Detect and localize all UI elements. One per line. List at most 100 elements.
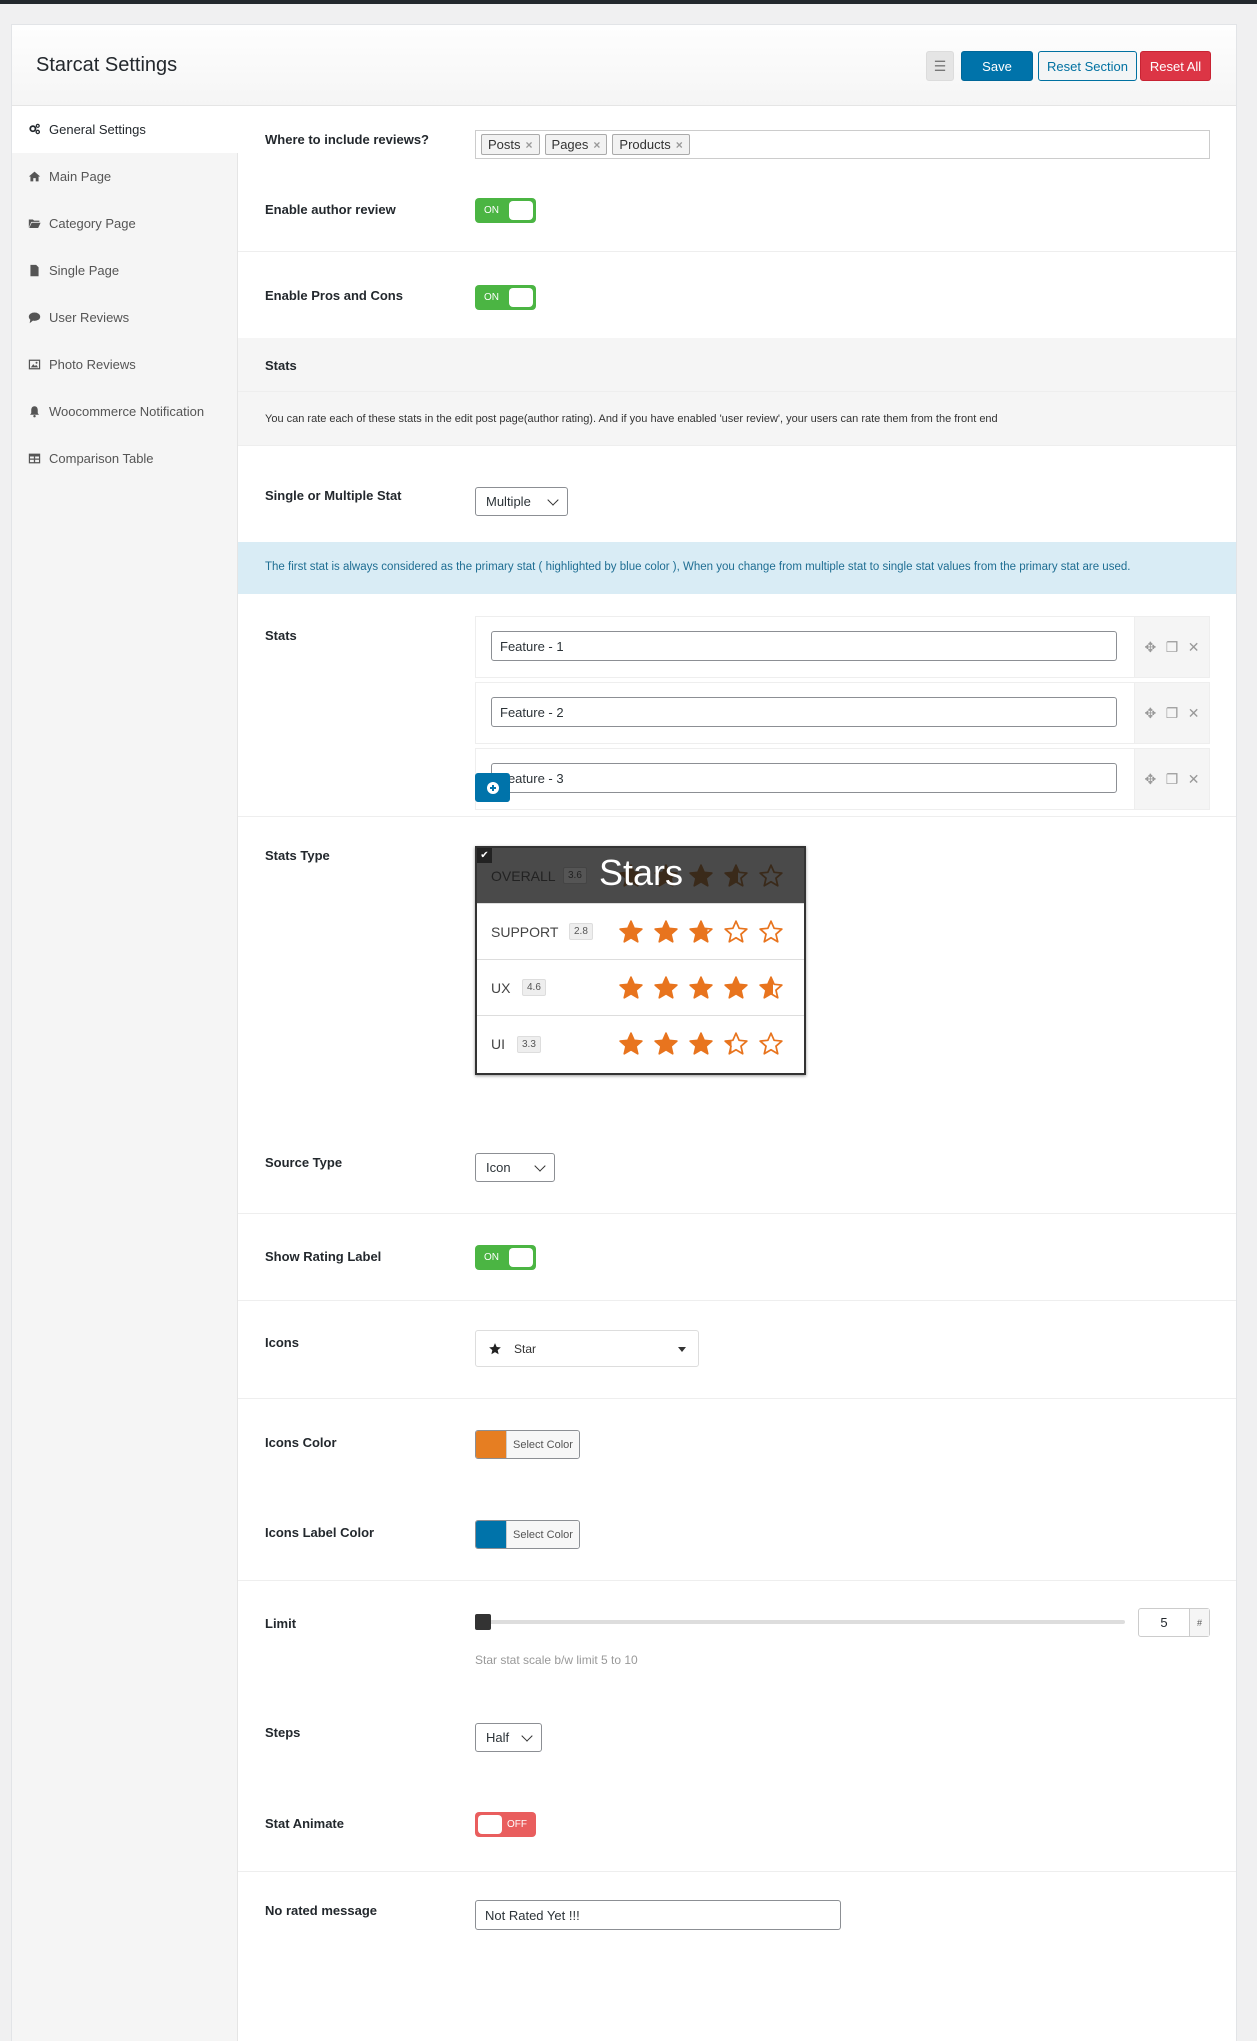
add-stat-button[interactable] [475, 773, 510, 802]
section-description: You can rate each of these stats in the … [265, 413, 998, 425]
preview-row-name: OVERALL [491, 867, 556, 884]
preview-row-score: 4.6 [522, 979, 546, 996]
stat-item: Feature - 2 ✥ ❐ ✕ [475, 682, 1210, 744]
remove-icon[interactable]: ✕ [1188, 705, 1200, 722]
star-icon [619, 975, 643, 999]
limit-slider[interactable] [475, 1614, 1125, 1630]
tag-label: Posts [488, 137, 521, 152]
stats-type-option-stars[interactable]: ✔ Stars OVERALL 3.6 SUPPORT 2.8 UX 4.6 U… [475, 846, 806, 1075]
stat-name-input[interactable]: Feature - 1 [491, 631, 1117, 661]
reset-section-button[interactable]: Reset Section [1038, 51, 1137, 81]
pros-cons-toggle[interactable]: ON [475, 285, 536, 310]
option-label: Stars [599, 852, 684, 893]
author-review-toggle[interactable]: ON [475, 198, 536, 223]
page-title: Starcat Settings [36, 54, 178, 76]
icons-select[interactable]: Star [475, 1330, 699, 1367]
sidebar-item-user-reviews[interactable]: User Reviews [12, 294, 237, 341]
preview-row-score: 3.6 [563, 867, 587, 884]
expand-all-button[interactable]: ☰ [926, 51, 954, 81]
stat-name-input[interactable]: Feature - 3 [491, 763, 1117, 793]
sidebar-item-label: Main Page [49, 169, 112, 184]
limit-input[interactable]: 5 # [1138, 1608, 1210, 1637]
plus-circle-icon [486, 781, 499, 794]
sidebar-item-general-settings[interactable]: General Settings [12, 106, 238, 153]
source-type-select[interactable]: Icon [475, 1153, 555, 1182]
slider-handle[interactable] [475, 1614, 491, 1630]
sidebar-item-label: Comparison Table [49, 451, 154, 466]
preview-row-name: UI [491, 1036, 505, 1052]
chevron-down-icon [534, 1159, 546, 1172]
sidebar-item-label: General Settings [49, 122, 146, 137]
select-value: Star [514, 1341, 537, 1356]
star-icon [689, 1032, 713, 1055]
move-icon[interactable]: ✥ [1144, 705, 1156, 722]
clone-icon[interactable]: ❐ [1166, 705, 1179, 722]
toggle-knob [478, 1815, 502, 1834]
tag-products: Products × [612, 134, 690, 155]
star-icon [759, 863, 783, 887]
move-icon[interactable]: ✥ [1144, 771, 1156, 788]
star-icon [759, 919, 783, 943]
sidebar-item-single-page[interactable]: Single Page [12, 247, 237, 294]
settings-header: Starcat Settings ☰ Save Reset Section Re… [12, 25, 1236, 106]
select-color-button[interactable]: Select Color [506, 1521, 579, 1548]
clone-icon[interactable]: ❐ [1166, 639, 1179, 656]
single-multiple-select[interactable]: Multiple [475, 487, 568, 516]
sidebar-item-woocommerce-notification[interactable]: Woocommerce Notification [12, 388, 237, 435]
stat-actions: ✥ ❐ ✕ [1134, 683, 1209, 743]
icons-label-color-picker[interactable]: Select Color [475, 1520, 580, 1549]
reset-all-button[interactable]: Reset All [1140, 51, 1211, 81]
no-rated-message-input[interactable]: Not Rated Yet !!! [475, 1900, 841, 1930]
remove-tag-icon[interactable]: × [526, 138, 533, 152]
clone-icon[interactable]: ❐ [1166, 771, 1179, 788]
chevron-down-icon [547, 493, 559, 506]
setting-label: Source Type [265, 1155, 343, 1170]
setting-limit: Limit 5 # Star stat scale b/w limit 5 to… [238, 1581, 1236, 1695]
preview-row-name: UX [491, 979, 511, 996]
sidebar-item-label: Woocommerce Notification [49, 404, 205, 419]
star-rating [618, 1031, 784, 1057]
sidebar-item-photo-reviews[interactable]: Photo Reviews [12, 341, 237, 388]
star-icon [689, 863, 713, 887]
settings-sidebar: General Settings Main Page Category Page… [12, 106, 238, 2041]
setting-single-multiple: Single or Multiple Stat Multiple [238, 446, 1236, 542]
star-icon [619, 919, 643, 943]
setting-rating-label: Show Rating Label ON [238, 1214, 1236, 1301]
include-reviews-select[interactable]: Posts × Pages × Products × [475, 130, 1210, 159]
limit-help-text: Star stat scale b/w limit 5 to 10 [475, 1653, 638, 1667]
sidebar-item-main-page[interactable]: Main Page [12, 153, 237, 200]
setting-label: Stat Animate [265, 1816, 344, 1831]
stat-name-input[interactable]: Feature - 2 [491, 697, 1117, 727]
remove-icon[interactable]: ✕ [1188, 639, 1200, 656]
star-rating [618, 975, 784, 1001]
preview-row-score: 3.3 [517, 1035, 541, 1053]
toggle-state: ON [484, 1252, 499, 1263]
gears-icon [25, 123, 43, 137]
steps-select[interactable]: Half [475, 1723, 542, 1752]
section-title: Stats [265, 358, 297, 373]
remove-icon[interactable]: ✕ [1188, 771, 1200, 788]
move-icon[interactable]: ✥ [1144, 639, 1156, 656]
sidebar-item-comparison-table[interactable]: Comparison Table [12, 435, 237, 482]
toggle-state: ON [484, 292, 499, 303]
star-icon [724, 1032, 748, 1055]
toggle-knob [509, 1248, 533, 1267]
preview-row-ux: UX 4.6 [477, 960, 804, 1016]
stat-animate-toggle[interactable]: OFF [475, 1812, 536, 1837]
star-icon [759, 975, 783, 999]
remove-tag-icon[interactable]: × [676, 138, 683, 152]
setting-label: Stats Type [265, 848, 330, 863]
sidebar-item-category-page[interactable]: Category Page [12, 200, 237, 247]
setting-label: Icons [265, 1335, 299, 1350]
info-text: The first stat is always considered as t… [265, 561, 1131, 573]
rating-label-toggle[interactable]: ON [475, 1245, 536, 1270]
save-button[interactable]: Save [961, 51, 1033, 81]
icons-color-picker[interactable]: Select Color [475, 1430, 580, 1459]
tag-label: Pages [551, 137, 589, 152]
setting-label: Single or Multiple Stat [265, 488, 402, 503]
image-icon [25, 358, 43, 372]
select-color-button[interactable]: Select Color [506, 1431, 579, 1458]
setting-label: Icons Label Color [265, 1525, 375, 1540]
remove-tag-icon[interactable]: × [593, 138, 600, 152]
setting-icons: Icons Star [238, 1301, 1236, 1399]
